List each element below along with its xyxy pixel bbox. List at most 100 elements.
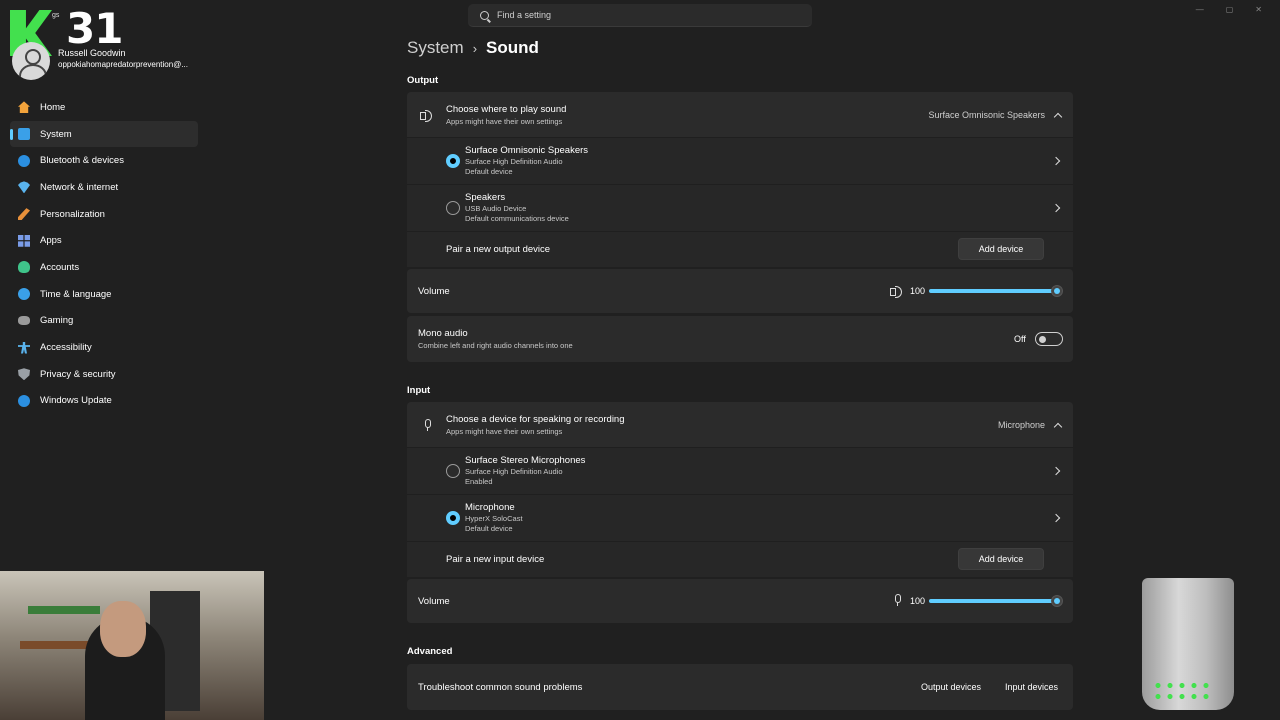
chevron-right-icon xyxy=(1051,203,1061,213)
sidebar-item-time-language[interactable]: Time & language xyxy=(10,281,198,308)
sidebar-item-system[interactable]: System xyxy=(10,120,198,148)
webcam-face xyxy=(100,601,146,657)
sidebar-item-bluetooth[interactable]: Bluetooth & devices xyxy=(10,147,198,174)
sidebar-item-network[interactable]: Network & internet xyxy=(10,174,198,201)
input-device-row[interactable]: Surface Stereo Microphones Surface High … xyxy=(407,448,1073,494)
chevron-right-icon xyxy=(1051,513,1061,523)
mono-audio-card: Mono audio Combine left and right audio … xyxy=(407,316,1073,362)
advanced-section-title: Advanced xyxy=(407,646,453,657)
add-input-device-button[interactable]: Add device xyxy=(958,548,1044,570)
sidebar-item-label: Apps xyxy=(40,235,62,247)
output-section-title: Output xyxy=(407,75,439,86)
apps-icon xyxy=(18,234,30,247)
overlay-counter: 31 xyxy=(66,4,123,53)
output-volume-value: 100 xyxy=(910,286,926,296)
device-name: Speakers xyxy=(465,192,506,203)
output-volume-label: Volume xyxy=(418,286,450,297)
slider-thumb[interactable] xyxy=(1051,285,1063,297)
sidebar-item-label: Privacy & security xyxy=(40,368,116,380)
sidebar-item-windows-update[interactable]: Windows Update xyxy=(10,388,198,415)
sidebar-item-label: Network & internet xyxy=(40,181,119,193)
speaker-icon xyxy=(420,110,433,122)
sidebar-item-personalization[interactable]: Personalization xyxy=(10,201,198,228)
device-status: Default communications device xyxy=(465,214,569,223)
output-device-row[interactable]: Speakers USB Audio Device Default commun… xyxy=(407,185,1073,231)
chevron-right-icon xyxy=(1051,466,1061,476)
gamepad-icon xyxy=(18,316,30,326)
cup-overlay-image xyxy=(1142,578,1234,710)
input-choose-title: Choose a device for speaking or recordin… xyxy=(446,414,625,425)
sidebar-nav: Home System Bluetooth & devices Network … xyxy=(10,94,198,414)
input-device-card: Choose a device for speaking or recordin… xyxy=(407,402,1073,577)
chevron-right-icon xyxy=(1051,156,1061,166)
device-status: Default device xyxy=(465,524,513,533)
user-email: oppokiahomapredatorprevention@... xyxy=(58,60,188,69)
speaker-icon[interactable] xyxy=(890,286,903,298)
input-volume-slider[interactable] xyxy=(929,595,1063,607)
user-name: Russell Goodwin xyxy=(58,48,126,58)
radio-unselected[interactable] xyxy=(446,464,460,478)
sidebar-item-label: Home xyxy=(40,101,66,113)
output-choose-row[interactable]: Choose where to play sound Apps might ha… xyxy=(407,92,1073,137)
troubleshoot-input-devices-link[interactable]: Input devices xyxy=(1005,682,1058,692)
output-device-card: Choose where to play sound Apps might ha… xyxy=(407,92,1073,267)
sidebar-item-accounts[interactable]: Accounts xyxy=(10,254,198,281)
mono-audio-title: Mono audio xyxy=(418,328,468,339)
device-driver: HyperX SoloCast xyxy=(465,514,523,523)
troubleshoot-label: Troubleshoot common sound problems xyxy=(418,682,583,693)
system-icon xyxy=(18,128,30,141)
sidebar-item-label: Time & language xyxy=(40,288,112,300)
overlay-small-text: gs xyxy=(52,12,60,19)
microphone-icon[interactable] xyxy=(893,594,901,606)
minimize-button[interactable]: — xyxy=(1196,5,1204,14)
sidebar-item-label: Gaming xyxy=(40,315,74,327)
input-choose-subtitle: Apps might have their own settings xyxy=(446,427,563,436)
sidebar-item-apps[interactable]: Apps xyxy=(10,227,198,254)
output-choose-subtitle: Apps might have their own settings xyxy=(446,117,563,126)
device-name: Microphone xyxy=(465,502,515,513)
input-selected-device: Microphone xyxy=(997,420,1045,430)
device-driver: USB Audio Device xyxy=(465,204,527,213)
accessibility-icon xyxy=(18,341,30,354)
add-output-device-button[interactable]: Add device xyxy=(958,238,1044,260)
input-volume-value: 100 xyxy=(910,596,926,606)
search-input[interactable] xyxy=(497,10,797,20)
avatar[interactable] xyxy=(12,42,50,80)
input-device-row[interactable]: Microphone HyperX SoloCast Default devic… xyxy=(407,495,1073,541)
search-box[interactable] xyxy=(468,4,812,27)
maximize-button[interactable]: ▢ xyxy=(1226,5,1234,14)
globe-icon xyxy=(18,288,30,301)
output-volume-slider[interactable] xyxy=(929,285,1063,297)
sidebar-item-accessibility[interactable]: Accessibility xyxy=(10,334,198,361)
chevron-up-icon[interactable] xyxy=(1053,422,1063,432)
pair-output-row: Pair a new output device Add device xyxy=(407,232,1073,267)
radio-selected[interactable] xyxy=(446,511,460,525)
radio-unselected[interactable] xyxy=(446,201,460,215)
pair-input-label: Pair a new input device xyxy=(446,554,545,565)
output-device-row[interactable]: Surface Omnisonic Speakers Surface High … xyxy=(407,138,1073,184)
input-choose-row[interactable]: Choose a device for speaking or recordin… xyxy=(407,402,1073,447)
pair-output-label: Pair a new output device xyxy=(446,244,551,255)
mono-audio-toggle[interactable] xyxy=(1035,332,1063,346)
sidebar-item-label: Accounts xyxy=(40,261,80,273)
slider-thumb[interactable] xyxy=(1051,595,1063,607)
home-icon xyxy=(18,101,30,114)
breadcrumb: System › Sound xyxy=(407,38,539,58)
device-driver: Surface High Definition Audio xyxy=(465,157,563,166)
window-controls: — ▢ ✕ xyxy=(1196,5,1262,14)
troubleshoot-card: Troubleshoot common sound problems Outpu… xyxy=(407,664,1073,710)
sidebar-item-home[interactable]: Home xyxy=(10,94,198,121)
close-button[interactable]: ✕ xyxy=(1255,5,1262,14)
troubleshoot-output-devices-link[interactable]: Output devices xyxy=(921,682,981,692)
radio-selected[interactable] xyxy=(446,154,460,168)
network-icon xyxy=(18,181,30,194)
bluetooth-icon xyxy=(18,154,30,167)
breadcrumb-parent[interactable]: System xyxy=(407,38,464,58)
chevron-up-icon[interactable] xyxy=(1053,112,1063,122)
sidebar-item-gaming[interactable]: Gaming xyxy=(10,308,198,335)
accounts-icon xyxy=(18,261,30,274)
sidebar-item-privacy[interactable]: Privacy & security xyxy=(10,361,198,388)
search-icon xyxy=(480,10,489,20)
sidebar-item-label: Accessibility xyxy=(40,342,92,354)
output-volume-card: Volume 100 xyxy=(407,269,1073,313)
